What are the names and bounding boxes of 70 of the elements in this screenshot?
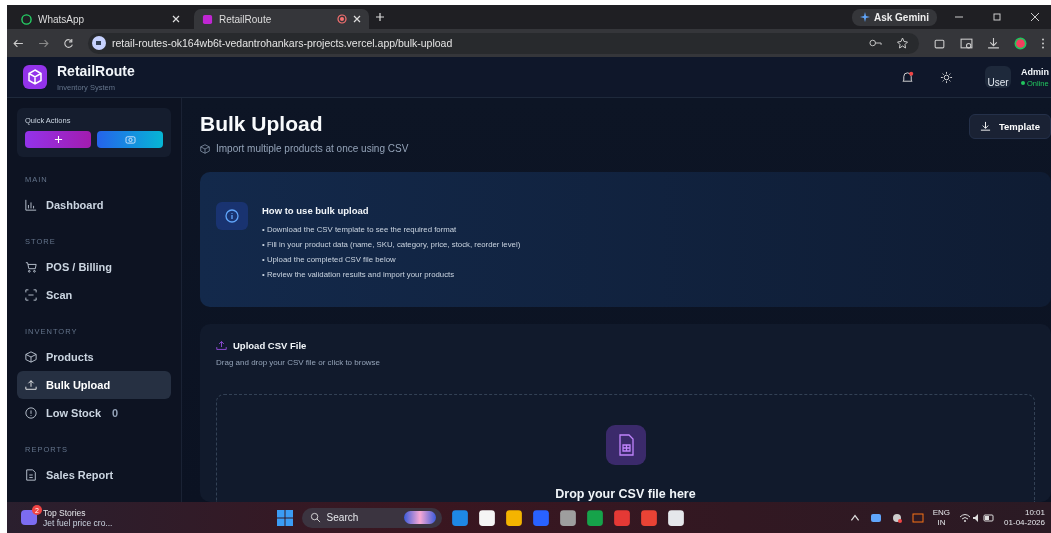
browser-tab[interactable]: RetailRoute	[194, 9, 369, 29]
sidebar-item[interactable]: Sales Report	[17, 461, 171, 489]
download-icon[interactable]	[987, 36, 1000, 50]
app-icon[interactable]	[666, 508, 685, 527]
upload-title: Upload CSV File	[233, 340, 307, 351]
camera-button[interactable]	[97, 131, 163, 148]
app-icon[interactable]	[558, 508, 577, 527]
alert-icon	[25, 407, 37, 419]
forward-icon[interactable]	[38, 37, 49, 49]
cart-icon	[25, 261, 37, 273]
file-icon	[605, 425, 646, 465]
close-icon[interactable]	[1030, 12, 1040, 22]
brand-name: RetailRoute	[57, 62, 135, 79]
news-headline: Jet fuel price cro...	[43, 517, 113, 528]
close-icon[interactable]	[353, 15, 361, 23]
sidebar-item[interactable]: Products	[17, 343, 171, 371]
screen-search-icon[interactable]	[960, 36, 973, 50]
address-bar[interactable]: retail-routes-ok164wb6t-vedantrohankars-projects.vercel.app/bulk-upload	[88, 32, 919, 54]
drop-title: Drop your CSV file here	[555, 487, 696, 501]
upload-icon	[216, 340, 227, 351]
menu-icon[interactable]	[1041, 36, 1045, 50]
ask-gemini-button[interactable]: Ask Gemini	[851, 8, 937, 26]
page-subtitle: Import multiple products at once using CSV	[216, 143, 409, 154]
sidebar-item[interactable]: POS / Billing	[17, 253, 171, 281]
sidebar-item[interactable]: Bulk Upload	[17, 371, 171, 399]
sidebar-item[interactable]: Low Stock 0	[17, 399, 171, 427]
cube-logo-icon	[23, 65, 47, 89]
user-avatar[interactable]: User	[985, 66, 1011, 88]
profile-icon[interactable]	[1014, 36, 1027, 50]
tab-title: RetailRoute	[219, 13, 273, 25]
info-title: How to use bulk upload	[262, 205, 370, 216]
camera-icon	[124, 135, 136, 144]
language-indicator[interactable]: ENG IN	[932, 507, 951, 528]
document-icon	[25, 469, 37, 481]
recording-icon	[337, 14, 347, 24]
restore-icon[interactable]	[992, 12, 1002, 22]
back-icon[interactable]	[13, 37, 24, 49]
scan-icon	[25, 289, 37, 301]
bell-icon[interactable]	[901, 70, 914, 84]
reload-icon[interactable]	[63, 37, 74, 49]
news-widget-icon[interactable]	[21, 510, 37, 525]
start-icon[interactable]	[276, 509, 293, 526]
search-icon	[309, 512, 321, 523]
new-tab-icon[interactable]	[375, 12, 385, 22]
box-icon	[25, 351, 37, 363]
box-icon	[200, 143, 210, 154]
bar-chart-icon	[25, 199, 37, 211]
info-icon	[216, 202, 248, 230]
taskbar-search-field[interactable]: Search	[301, 507, 442, 528]
user-name: Admin	[1021, 66, 1049, 77]
clock[interactable]: 10:01 01-04-2026	[1004, 507, 1045, 528]
upload-hint: Drag and drop your CSV file or click to browse	[216, 358, 382, 367]
browser-tab[interactable]: WhatsApp	[13, 9, 188, 29]
plus-icon	[53, 135, 63, 144]
upload-icon	[25, 379, 37, 391]
sun-icon[interactable]	[940, 70, 953, 84]
count-label: 0	[112, 407, 119, 419]
tab-title: WhatsApp	[38, 13, 86, 25]
template-button[interactable]: Template	[969, 114, 1051, 139]
sidebar-item[interactable]: Dashboard	[17, 191, 171, 219]
sidebar-item[interactable]: Scan	[17, 281, 171, 309]
page-title: Bulk Upload	[200, 112, 324, 136]
wifi-sound-battery-icon[interactable]	[959, 511, 996, 524]
app-icon	[202, 13, 213, 25]
news-title: Top Stories	[43, 507, 87, 518]
download-icon	[980, 121, 991, 132]
close-icon[interactable]	[172, 15, 180, 23]
sparkle-icon	[859, 12, 870, 22]
app-icon[interactable]	[504, 508, 523, 527]
app-icon[interactable]	[477, 508, 496, 527]
